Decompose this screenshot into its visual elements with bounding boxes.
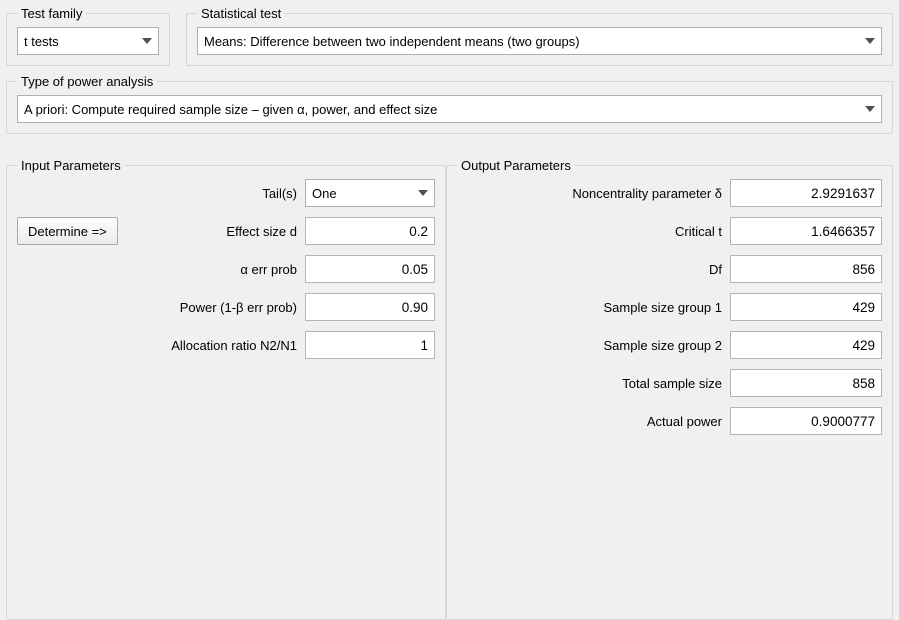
input-parameters-fieldset: Input Parameters Tail(s) One Determine =… bbox=[6, 158, 446, 620]
df-value: 856 bbox=[730, 255, 882, 283]
actual-power-value: 0.9000777 bbox=[730, 407, 882, 435]
test-family-select[interactable]: t tests bbox=[17, 27, 159, 55]
n1-value: 429 bbox=[730, 293, 882, 321]
analysis-type-select[interactable]: A priori: Compute required sample size –… bbox=[17, 95, 882, 123]
analysis-type-legend: Type of power analysis bbox=[17, 74, 157, 89]
tails-select[interactable]: One bbox=[305, 179, 435, 207]
statistical-test-select[interactable]: Means: Difference between two independen… bbox=[197, 27, 882, 55]
input-parameters-legend: Input Parameters bbox=[17, 158, 125, 173]
output-parameters-fieldset: Output Parameters Noncentrality paramete… bbox=[446, 158, 893, 620]
total-label: Total sample size bbox=[457, 376, 730, 391]
critical-t-value: 1.6466357 bbox=[730, 217, 882, 245]
determine-button[interactable]: Determine => bbox=[17, 217, 118, 245]
ncp-value: 2.9291637 bbox=[730, 179, 882, 207]
analysis-type-fieldset: Type of power analysis A priori: Compute… bbox=[6, 74, 893, 134]
test-family-fieldset: Test family t tests bbox=[6, 6, 170, 66]
power-label: Power (1-β err prob) bbox=[159, 300, 305, 315]
n1-label: Sample size group 1 bbox=[457, 300, 730, 315]
total-value: 858 bbox=[730, 369, 882, 397]
actual-power-label: Actual power bbox=[457, 414, 730, 429]
alpha-label: α err prob bbox=[159, 262, 305, 277]
effect-size-label: Effect size d bbox=[159, 224, 305, 239]
power-input[interactable] bbox=[305, 293, 435, 321]
statistical-test-legend: Statistical test bbox=[197, 6, 285, 21]
alpha-input[interactable] bbox=[305, 255, 435, 283]
tails-label: Tail(s) bbox=[159, 186, 305, 201]
statistical-test-fieldset: Statistical test Means: Difference betwe… bbox=[186, 6, 893, 66]
n2-value: 429 bbox=[730, 331, 882, 359]
allocation-label: Allocation ratio N2/N1 bbox=[159, 338, 305, 353]
effect-size-input[interactable] bbox=[305, 217, 435, 245]
ncp-label: Noncentrality parameter δ bbox=[457, 186, 730, 201]
n2-label: Sample size group 2 bbox=[457, 338, 730, 353]
critical-t-label: Critical t bbox=[457, 224, 730, 239]
allocation-input[interactable] bbox=[305, 331, 435, 359]
output-parameters-legend: Output Parameters bbox=[457, 158, 575, 173]
test-family-legend: Test family bbox=[17, 6, 86, 21]
df-label: Df bbox=[457, 262, 730, 277]
